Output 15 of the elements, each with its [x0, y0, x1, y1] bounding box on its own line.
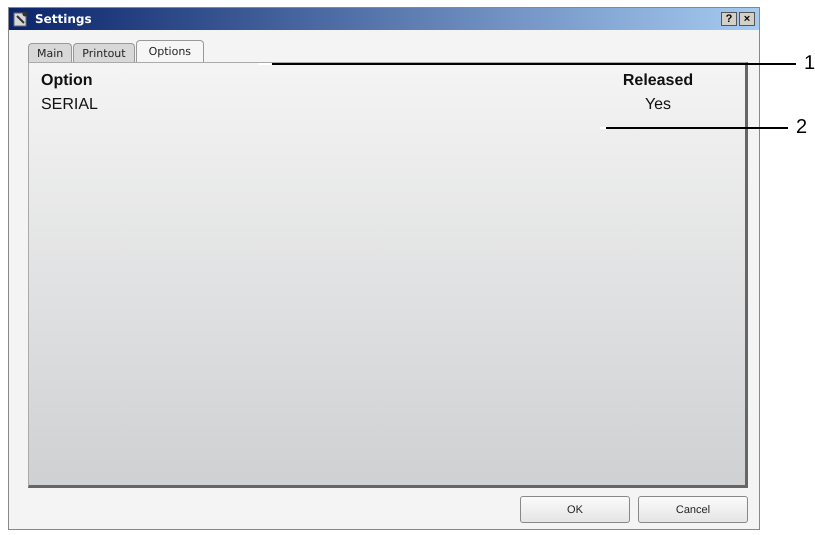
tab[interactable]: Main: [28, 43, 72, 62]
cancel-button[interactable]: Cancel: [638, 496, 748, 523]
callout-number: 1: [804, 52, 815, 75]
table-cell-text: Yes: [644, 96, 672, 114]
help-button[interactable]: ?: [721, 12, 737, 26]
app-icon: [13, 11, 29, 27]
column-header: Option: [41, 72, 94, 90]
window-title: Settings: [35, 12, 92, 26]
tab[interactable]: Options: [136, 40, 204, 62]
callout-number: 2: [796, 116, 808, 139]
table-cell-text: SERIAL: [41, 96, 99, 114]
close-button[interactable]: ×: [739, 12, 755, 26]
column-header: Released: [622, 72, 694, 90]
tab[interactable]: Printout: [73, 43, 135, 62]
ok-button[interactable]: OK: [520, 496, 630, 523]
